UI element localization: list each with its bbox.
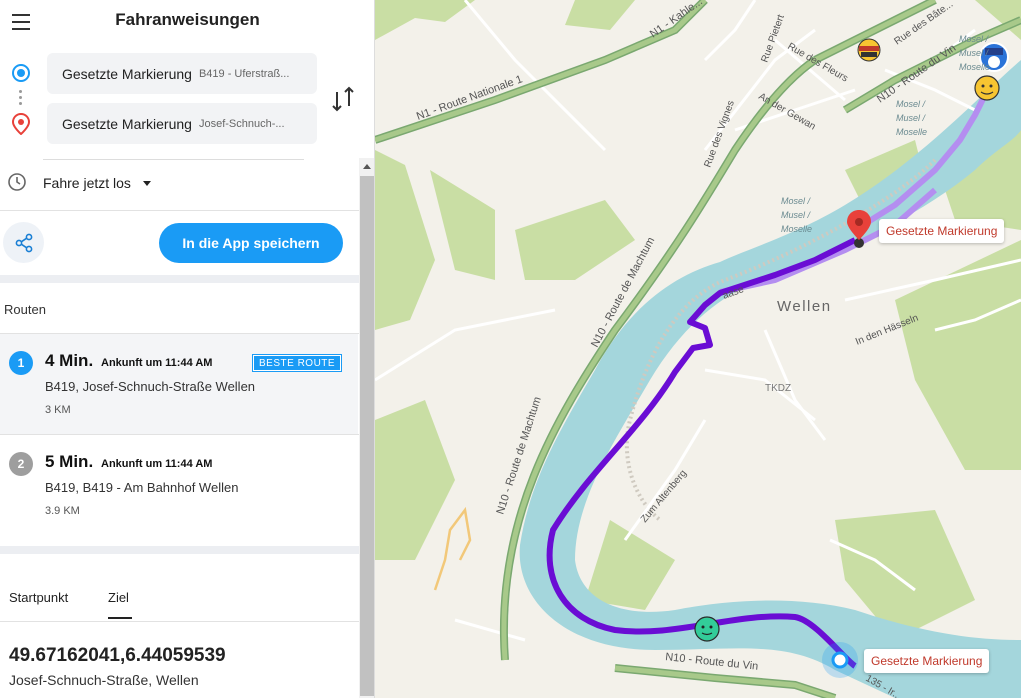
origin-field[interactable]: Gesetzte Markierung B419 - Uferstraß... — [47, 53, 317, 94]
active-tab-indicator — [108, 617, 132, 619]
page-title: Fahranweisungen — [115, 10, 260, 29]
divider — [43, 159, 304, 160]
origin-marker-label[interactable]: Gesetzte Markierung — [864, 649, 990, 673]
svg-text:Mosel /: Mosel / — [781, 196, 812, 206]
destination-field-main: Gesetzte Markierung — [62, 115, 192, 132]
svg-text:Moselle: Moselle — [959, 62, 990, 72]
departure-selector[interactable]: Fahre jetzt los — [0, 168, 360, 198]
origin-field-sub: B419 - Uferstraß... — [198, 67, 290, 80]
departure-label[interactable]: Fahre jetzt los — [43, 175, 131, 191]
clock-icon — [8, 173, 26, 191]
svg-text:Musel /: Musel / — [959, 48, 990, 58]
section-divider — [0, 275, 360, 283]
origin-marker[interactable] — [822, 642, 858, 678]
scroll-up-arrow-icon[interactable] — [363, 164, 371, 169]
divider — [0, 621, 360, 622]
route-via: B419, B419 - Am Bahnhof Wellen — [45, 480, 239, 495]
origin-icon — [12, 64, 30, 82]
routes-header: Routen — [4, 302, 46, 317]
scrollbar-thumb[interactable] — [360, 176, 374, 696]
route-number: 1 — [9, 351, 33, 375]
tab-startpunkt[interactable]: Startpunkt — [9, 590, 68, 605]
map-canvas: N1 - Route Nationale 1 N1 - Kahle... N10… — [375, 0, 1021, 698]
town-label: Wellen — [777, 298, 832, 315]
location-coordinates: 49.67162041,6.44059539 — [9, 645, 226, 666]
share-icon — [15, 233, 32, 252]
directions-panel: Fahranweisungen Gesetzte Markierung B419… — [0, 0, 375, 698]
save-to-app-button[interactable]: In die App speichern — [159, 223, 343, 263]
route-duration: 4 Min. — [45, 351, 94, 370]
destination-marker-label[interactable]: Gesetzte Markierung — [879, 219, 1005, 243]
section-divider — [0, 546, 360, 554]
waze-icon-driver — [694, 616, 720, 642]
route-option-1[interactable]: 1 4 Min. Ankunft um 11:44 AM BESTE ROUTE… — [0, 334, 358, 434]
route-via: B419, Josef-Schnuch-Straße Wellen — [45, 379, 256, 394]
svg-text:Mosel /: Mosel / — [959, 34, 990, 44]
waze-icon-user — [974, 75, 1000, 101]
svg-text:Musel /: Musel / — [896, 113, 927, 123]
destination-pin-icon — [11, 113, 31, 135]
map-view[interactable]: N1 - Route Nationale 1 N1 - Kahle... N10… — [375, 0, 1021, 698]
route-duration: 5 Min. — [45, 452, 94, 471]
svg-text:Mosel /: Mosel / — [896, 99, 927, 109]
route-arrival: Ankunft um 11:44 AM — [101, 458, 213, 470]
waze-icon-ninja — [857, 38, 881, 62]
origin-field-main: Gesetzte Markierung — [62, 65, 192, 82]
divider — [0, 210, 360, 211]
route-connector-dots — [19, 90, 22, 108]
tab-ziel[interactable]: Ziel — [108, 590, 129, 605]
swap-icon[interactable] — [330, 84, 356, 114]
best-route-badge: BESTE ROUTE — [251, 354, 343, 372]
panel-scrollbar[interactable] — [359, 158, 374, 698]
route-distance: 3.9 KM — [45, 505, 80, 517]
route-arrival: Ankunft um 11:44 AM — [101, 357, 213, 369]
svg-text:Moselle: Moselle — [781, 224, 812, 234]
route-number: 2 — [9, 452, 33, 476]
place-label: TKDZ — [765, 383, 791, 394]
share-button[interactable] — [3, 222, 44, 263]
route-option-2[interactable]: 2 5 Min. Ankunft um 11:44 AM B419, B419 … — [0, 435, 358, 535]
location-address: Josef-Schnuch-Straße, Wellen — [9, 672, 199, 688]
chevron-down-icon[interactable] — [143, 181, 151, 186]
svg-text:Musel /: Musel / — [781, 210, 812, 220]
svg-text:Moselle: Moselle — [896, 127, 927, 137]
destination-field[interactable]: Gesetzte Markierung Josef-Schnuch-... — [47, 103, 317, 144]
destination-field-sub: Josef-Schnuch-... — [198, 117, 285, 130]
route-distance: 3 KM — [45, 404, 71, 416]
